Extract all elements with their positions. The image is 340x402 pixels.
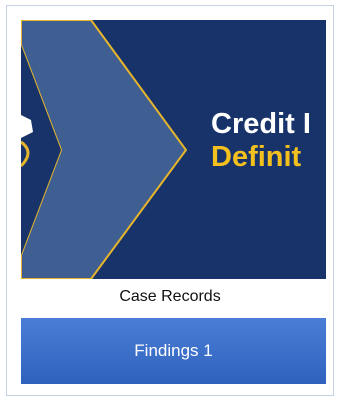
case-records-card: Credit I Definit Case Records Findings 1 [6,5,334,396]
thumbnail-title-line1: Credit I [211,108,311,140]
card-caption: Case Records [119,288,221,305]
case-thumbnail[interactable]: Credit I Definit [21,20,326,279]
findings-button[interactable]: Findings 1 [21,318,326,384]
thumbnail-title-line2: Definit [211,141,302,173]
thumbnail-title: Credit I Definit [211,108,311,174]
